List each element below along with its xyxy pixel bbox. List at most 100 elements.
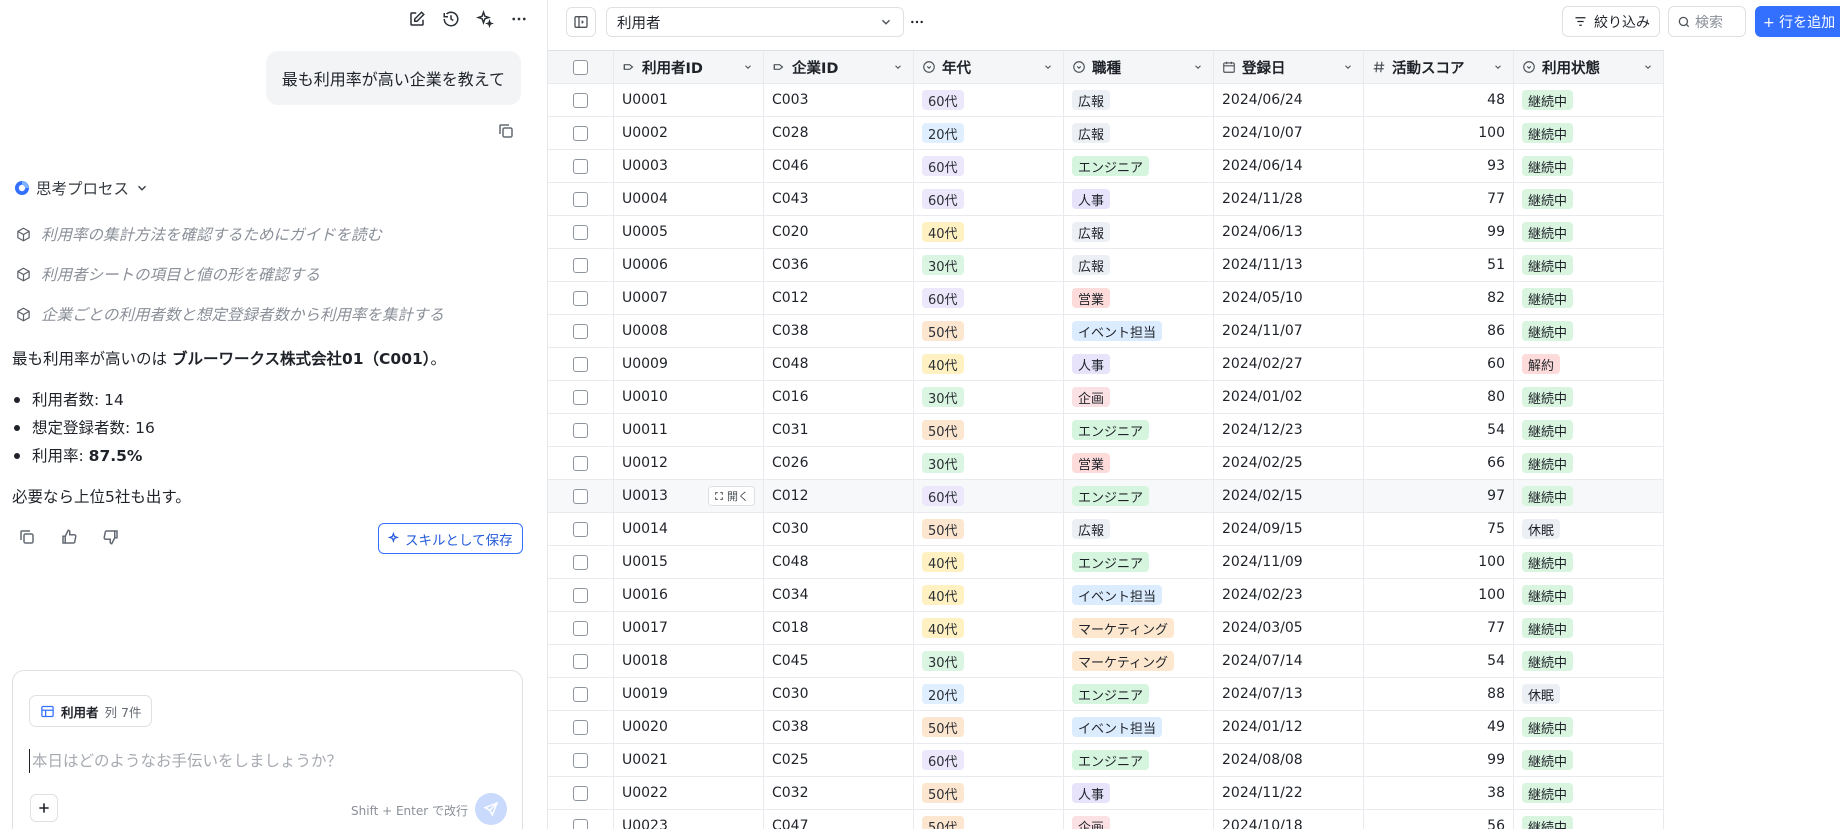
cell-company-id[interactable]: C047	[764, 810, 914, 829]
row-checkbox[interactable]	[548, 84, 614, 116]
row-checkbox[interactable]	[548, 183, 614, 215]
cell-user-id[interactable]: U0015	[614, 546, 764, 578]
cell-status[interactable]: 継続中	[1514, 414, 1664, 446]
cell-status[interactable]: 休眠	[1514, 678, 1664, 710]
cell-age[interactable]: 50代	[914, 711, 1064, 743]
cell-age[interactable]: 50代	[914, 810, 1064, 829]
table-row[interactable]: U0014 C030 50代 広報 2024/09/15 75 休眠	[548, 513, 1664, 546]
cell-status[interactable]: 継続中	[1514, 150, 1664, 182]
cell-status[interactable]: 継続中	[1514, 315, 1664, 347]
open-record-button[interactable]: 開く	[708, 486, 755, 506]
thumbs-up-icon[interactable]	[60, 528, 80, 548]
row-checkbox[interactable]	[548, 678, 614, 710]
cell-user-id[interactable]: U0014	[614, 513, 764, 545]
cell-activity-score[interactable]: 99	[1364, 744, 1514, 776]
cell-job[interactable]: 人事	[1064, 348, 1214, 380]
cell-job[interactable]: 営業	[1064, 447, 1214, 479]
cell-age[interactable]: 60代	[914, 183, 1064, 215]
checkbox[interactable]	[573, 653, 588, 669]
cell-company-id[interactable]: C012	[764, 282, 914, 314]
column-header-status[interactable]: 利用状態	[1514, 51, 1664, 83]
cell-user-id[interactable]: U0009	[614, 348, 764, 380]
column-header-age[interactable]: 年代	[914, 51, 1064, 83]
table-row[interactable]: U0018 C045 30代 マーケティング 2024/07/14 54 継続中	[548, 645, 1664, 678]
cell-registered-date[interactable]: 2024/11/22	[1214, 777, 1364, 809]
cell-company-id[interactable]: C012	[764, 480, 914, 512]
cell-company-id[interactable]: C038	[764, 315, 914, 347]
cell-registered-date[interactable]: 2024/07/14	[1214, 645, 1364, 677]
table-row[interactable]: U0021 C025 60代 エンジニア 2024/08/08 99 継続中	[548, 744, 1664, 777]
table-row[interactable]: U0013 開く C012 60代 エンジニア 2024/02/15 97 継続中	[548, 480, 1664, 513]
row-checkbox[interactable]	[548, 216, 614, 248]
cell-company-id[interactable]: C048	[764, 546, 914, 578]
checkbox[interactable]	[573, 290, 588, 306]
cell-company-id[interactable]: C045	[764, 645, 914, 677]
cell-company-id[interactable]: C003	[764, 84, 914, 116]
table-row[interactable]: U0019 C030 20代 エンジニア 2024/07/13 88 休眠	[548, 678, 1664, 711]
table-row[interactable]: U0005 C020 40代 広報 2024/06/13 99 継続中	[548, 216, 1664, 249]
row-checkbox[interactable]	[548, 645, 614, 677]
cell-job[interactable]: イベント担当	[1064, 711, 1214, 743]
row-checkbox[interactable]	[548, 315, 614, 347]
more-menu-icon[interactable]	[509, 8, 529, 30]
cell-job[interactable]: エンジニア	[1064, 744, 1214, 776]
cell-user-id[interactable]: U0008	[614, 315, 764, 347]
table-row[interactable]: U0020 C038 50代 イベント担当 2024/01/12 49 継続中	[548, 711, 1664, 744]
row-checkbox[interactable]	[548, 414, 614, 446]
cell-user-id[interactable]: U0006	[614, 249, 764, 281]
cell-user-id[interactable]: U0013 開く	[614, 480, 764, 512]
column-header-job[interactable]: 職種	[1064, 51, 1214, 83]
cell-company-id[interactable]: C032	[764, 777, 914, 809]
cell-company-id[interactable]: C046	[764, 150, 914, 182]
cell-age[interactable]: 20代	[914, 678, 1064, 710]
table-row[interactable]: U0009 C048 40代 人事 2024/02/27 60 解約	[548, 348, 1664, 381]
row-checkbox[interactable]	[548, 744, 614, 776]
checkbox[interactable]	[573, 587, 588, 603]
cell-user-id[interactable]: U0018	[614, 645, 764, 677]
cell-status[interactable]: 継続中	[1514, 546, 1664, 578]
cell-user-id[interactable]: U0021	[614, 744, 764, 776]
cell-status[interactable]: 継続中	[1514, 447, 1664, 479]
cell-age[interactable]: 60代	[914, 480, 1064, 512]
cell-user-id[interactable]: U0002	[614, 117, 764, 149]
cell-registered-date[interactable]: 2024/11/28	[1214, 183, 1364, 215]
cell-job[interactable]: イベント担当	[1064, 315, 1214, 347]
cell-user-id[interactable]: U0010	[614, 381, 764, 413]
cell-user-id[interactable]: U0004	[614, 183, 764, 215]
cell-activity-score[interactable]: 66	[1364, 447, 1514, 479]
cell-job[interactable]: 広報	[1064, 84, 1214, 116]
cell-company-id[interactable]: C031	[764, 414, 914, 446]
checkbox[interactable]	[573, 554, 588, 570]
table-row[interactable]: U0017 C018 40代 マーケティング 2024/03/05 77 継続中	[548, 612, 1664, 645]
checkbox[interactable]	[573, 488, 588, 504]
table-row[interactable]: U0012 C026 30代 営業 2024/02/25 66 継続中	[548, 447, 1664, 480]
table-row[interactable]: U0006 C036 30代 広報 2024/11/13 51 継続中	[548, 249, 1664, 282]
cell-activity-score[interactable]: 60	[1364, 348, 1514, 380]
cell-job[interactable]: エンジニア	[1064, 546, 1214, 578]
sidebar-toggle-button[interactable]	[566, 7, 596, 37]
cell-age[interactable]: 40代	[914, 348, 1064, 380]
cell-age[interactable]: 20代	[914, 117, 1064, 149]
cell-registered-date[interactable]: 2024/05/10	[1214, 282, 1364, 314]
cell-registered-date[interactable]: 2024/12/23	[1214, 414, 1364, 446]
cell-activity-score[interactable]: 54	[1364, 414, 1514, 446]
cell-registered-date[interactable]: 2024/06/13	[1214, 216, 1364, 248]
cell-company-id[interactable]: C020	[764, 216, 914, 248]
checkbox[interactable]	[573, 92, 588, 108]
table-row[interactable]: U0011 C031 50代 エンジニア 2024/12/23 54 継続中	[548, 414, 1664, 447]
row-checkbox[interactable]	[548, 579, 614, 611]
table-row[interactable]: U0002 C028 20代 広報 2024/10/07 100 継続中	[548, 117, 1664, 150]
cell-age[interactable]: 50代	[914, 315, 1064, 347]
cell-company-id[interactable]: C038	[764, 711, 914, 743]
cell-registered-date[interactable]: 2024/07/13	[1214, 678, 1364, 710]
checkbox[interactable]	[573, 422, 588, 438]
cell-activity-score[interactable]: 77	[1364, 612, 1514, 644]
cell-status[interactable]: 継続中	[1514, 84, 1664, 116]
table-row[interactable]: U0015 C048 40代 エンジニア 2024/11/09 100 継続中	[548, 546, 1664, 579]
cell-user-id[interactable]: U0023	[614, 810, 764, 829]
cell-user-id[interactable]: U0011	[614, 414, 764, 446]
cell-user-id[interactable]: U0005	[614, 216, 764, 248]
cell-age[interactable]: 40代	[914, 216, 1064, 248]
cell-status[interactable]: 継続中	[1514, 645, 1664, 677]
cell-company-id[interactable]: C030	[764, 513, 914, 545]
